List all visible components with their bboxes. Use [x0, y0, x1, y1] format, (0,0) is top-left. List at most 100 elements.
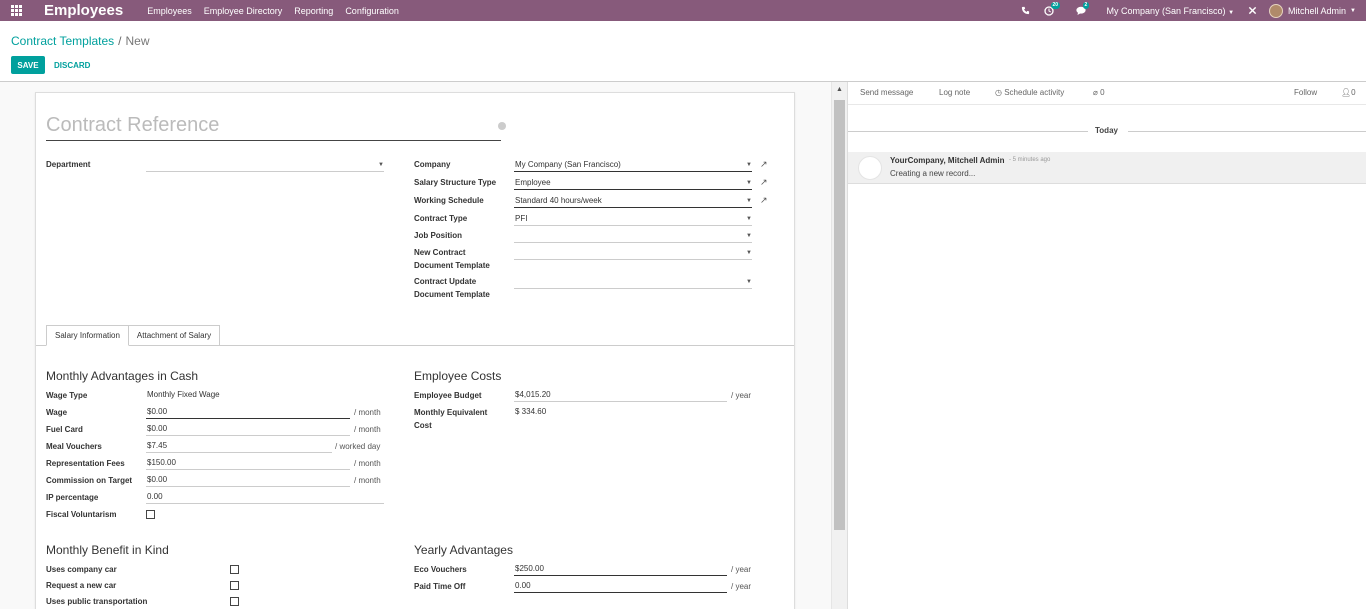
scroll-up-arrow-icon[interactable]: ▲ [836, 86, 843, 93]
followers-button[interactable]: 👤︎0 [1341, 88, 1356, 97]
activity-clock-icon[interactable]: 20 [1043, 1, 1061, 16]
paperclip-icon: ⌀ [1093, 88, 1098, 97]
ip-percentage-input[interactable]: 0.00 [146, 491, 384, 504]
wage-type-label: Wage Type [46, 391, 88, 400]
top-navbar: Employees Employees Employee Directory R… [0, 0, 1366, 21]
external-link-icon[interactable]: ↗ [760, 159, 768, 170]
meal-vouchers-input[interactable]: $7.45 [146, 440, 332, 453]
representation-fees-unit: / month [354, 459, 381, 468]
wage-type-value[interactable]: Monthly Fixed Wage [146, 389, 384, 402]
eco-vouchers-input[interactable]: $250.00 [514, 563, 727, 576]
control-panel: Contract Templates / New SAVE DISCARD [0, 21, 1366, 82]
commission-on-target-label: Commission on Target [46, 476, 133, 485]
contract-type-field[interactable]: PFI [514, 213, 752, 226]
apps-menu-icon[interactable] [0, 0, 32, 21]
breadcrumb-contract-templates[interactable]: Contract Templates [11, 34, 114, 48]
monthly-equivalent-value: $ 334.60 [515, 407, 547, 416]
update-contract-template-label: Contract Update Document Template [414, 275, 490, 301]
paid-time-off-unit: / year [731, 582, 752, 591]
menu-employee-directory[interactable]: Employee Directory [204, 6, 283, 16]
avatar [858, 156, 882, 180]
chevron-down-icon: ▼ [746, 162, 752, 168]
follow-button[interactable]: Follow [1294, 88, 1317, 97]
fuel-card-input[interactable]: $0.00 [146, 423, 350, 436]
today-divider-left [848, 131, 1088, 132]
company-field[interactable]: My Company (San Francisco) [514, 159, 752, 172]
followers-count: 0 [1351, 88, 1356, 97]
salary-structure-type-field[interactable]: Employee [514, 177, 752, 190]
schedule-activity-button[interactable]: ◷ Schedule activity [995, 88, 1064, 97]
menu-reporting[interactable]: Reporting [294, 6, 333, 16]
send-message-button[interactable]: Send message [860, 88, 913, 97]
tab-attachment-of-salary[interactable]: Attachment of Salary [128, 325, 221, 346]
paid-time-off-input[interactable]: 0.00 [514, 580, 727, 593]
monthly-equivalent-label: Monthly Equivalent Cost [414, 406, 487, 432]
eco-vouchers-unit: / year [731, 565, 752, 574]
clock-icon: ◷ [995, 88, 1002, 97]
attachments-count: 0 [1100, 88, 1105, 97]
today-divider-right [1128, 131, 1366, 132]
activity-badge: 20 [1050, 1, 1061, 9]
debug-tools-icon[interactable] [1248, 6, 1257, 15]
new-contract-template-label-line2: Document Template [414, 261, 490, 270]
chevron-down-icon: ▼ [1228, 9, 1235, 16]
department-field[interactable] [146, 159, 384, 172]
department-label: Department [46, 160, 91, 169]
meal-vouchers-label: Meal Vouchers [46, 442, 102, 451]
wage-input[interactable]: $0.00 [146, 406, 350, 419]
update-contract-template-label-line1: Contract Update [414, 277, 477, 286]
company-switcher-label: My Company (San Francisco) [1106, 5, 1226, 16]
update-contract-template-field[interactable] [514, 276, 752, 289]
ip-percentage-label: IP percentage [46, 493, 99, 502]
new-contract-template-field[interactable] [514, 247, 752, 260]
eco-vouchers-label: Eco Vouchers [414, 565, 467, 574]
discard-button[interactable]: DISCARD [54, 56, 90, 74]
wage-label: Wage [46, 408, 68, 417]
phone-icon[interactable] [1021, 6, 1030, 15]
today-label: Today [1095, 126, 1118, 135]
chevron-down-icon: ▼ [1350, 7, 1356, 14]
company-switcher[interactable]: My Company (San Francisco) ▼ [1107, 6, 1235, 16]
representation-fees-input[interactable]: $150.00 [146, 457, 350, 470]
breadcrumb: Contract Templates / New [11, 34, 150, 48]
benefit-in-kind-title: Monthly Benefit in Kind [46, 543, 169, 557]
form-scrollbar[interactable]: ▲ [831, 82, 847, 609]
menu-configuration[interactable]: Configuration [345, 6, 399, 16]
messages-icon[interactable]: 2 [1075, 1, 1090, 16]
contract-reference-input[interactable]: Contract Reference [46, 113, 501, 141]
job-position-field[interactable] [514, 230, 752, 243]
tab-salary-information[interactable]: Salary Information [46, 325, 129, 346]
uses-public-transportation-checkbox[interactable] [230, 597, 239, 606]
uses-company-car-label: Uses company car [46, 565, 117, 574]
chevron-down-icon: ▼ [746, 250, 752, 256]
uses-company-car-checkbox[interactable] [230, 565, 239, 574]
working-schedule-field[interactable]: Standard 40 hours/week [514, 195, 752, 208]
chevron-down-icon: ▼ [378, 162, 384, 168]
commission-on-target-unit: / month [354, 476, 381, 485]
chevron-down-icon: ▼ [746, 216, 752, 222]
save-button[interactable]: SAVE [11, 56, 45, 74]
chatter-topbar: Send message Log note ◷ Schedule activit… [848, 82, 1366, 104]
new-contract-template-label-line1: New Contract [414, 248, 466, 257]
update-contract-template-label-line2: Document Template [414, 290, 490, 299]
employee-budget-input[interactable]: $4,015.20 [514, 389, 727, 402]
notebook-tabs: Salary Information Attachment of Salary [46, 325, 221, 346]
fuel-card-unit: / month [354, 425, 381, 434]
user-menu[interactable]: Mitchell Admin ▼ [1269, 3, 1356, 18]
external-link-icon[interactable]: ↗ [760, 177, 768, 188]
external-link-icon[interactable]: ↗ [760, 195, 768, 206]
request-new-car-checkbox[interactable] [230, 581, 239, 590]
message-author[interactable]: YourCompany, Mitchell Admin [890, 156, 1005, 165]
new-contract-template-label: New Contract Document Template [414, 246, 490, 272]
chevron-down-icon: ▼ [746, 198, 752, 204]
menu-employees[interactable]: Employees [147, 6, 192, 16]
user-icon: 👤︎ [1341, 88, 1352, 97]
avatar [1269, 3, 1284, 18]
schedule-activity-label: Schedule activity [1004, 88, 1065, 97]
fiscal-voluntarism-checkbox[interactable] [146, 510, 155, 519]
log-note-button[interactable]: Log note [939, 88, 970, 97]
chevron-down-icon: ▼ [746, 279, 752, 285]
attachments-button[interactable]: ⌀ 0 [1093, 88, 1105, 97]
scroll-thumb[interactable] [834, 100, 845, 530]
commission-on-target-input[interactable]: $0.00 [146, 474, 350, 487]
